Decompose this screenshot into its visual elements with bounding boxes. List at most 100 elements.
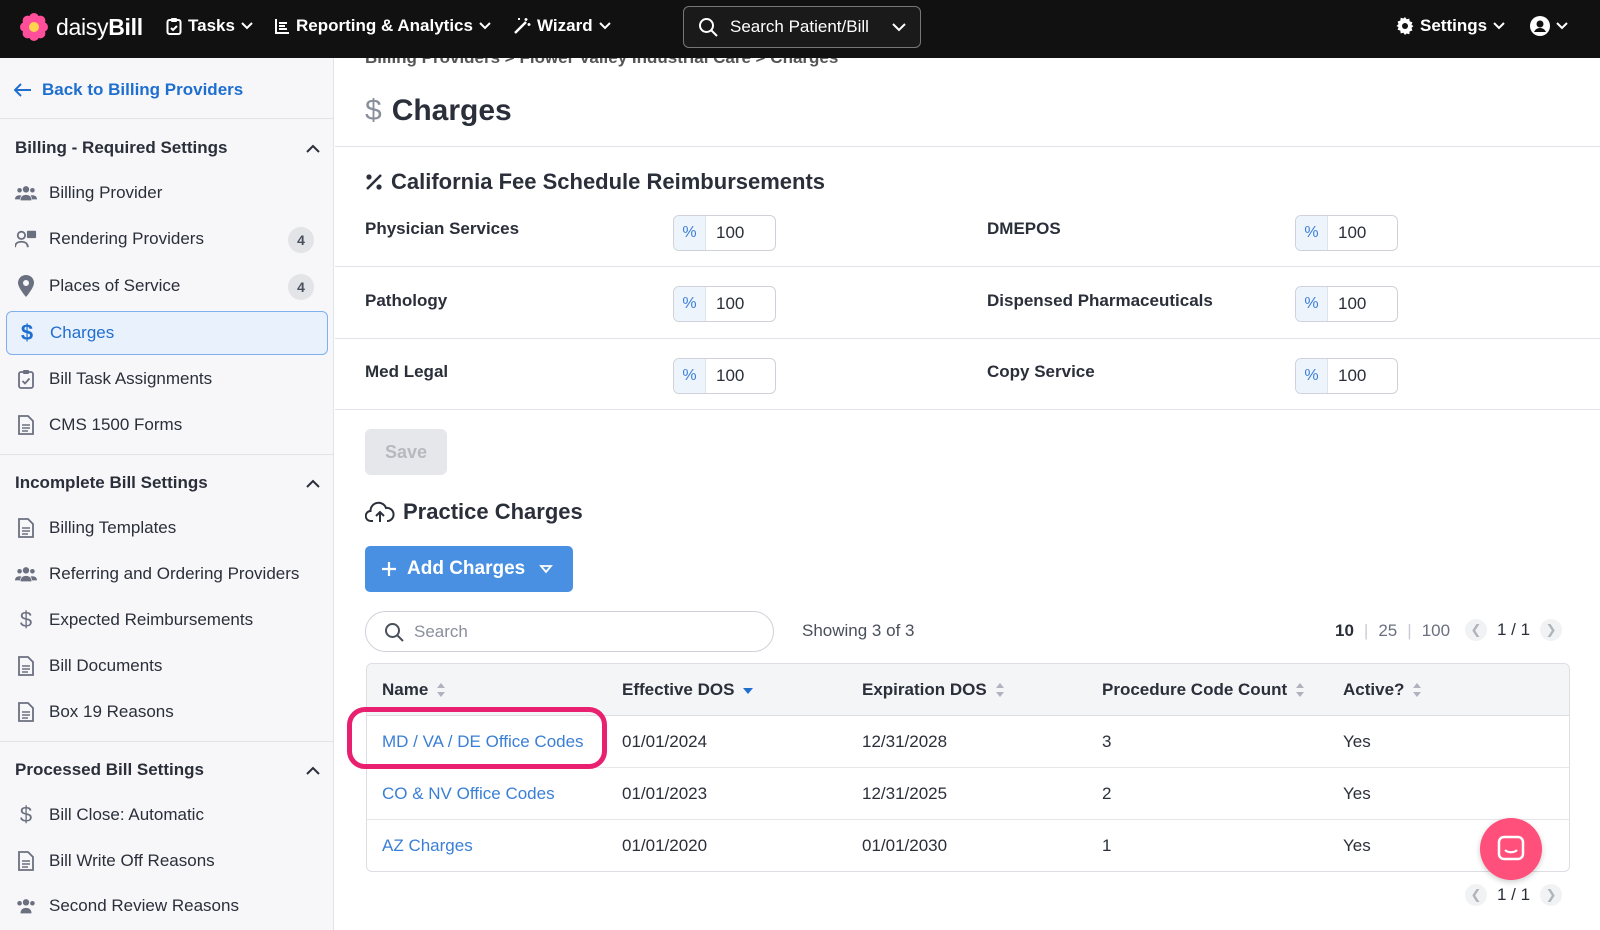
dmepos-input[interactable]: % 100	[1295, 215, 1398, 251]
input-value: 100	[1338, 223, 1367, 242]
page-size-100[interactable]: 100	[1422, 621, 1450, 641]
divider	[335, 266, 1600, 267]
expiration-dos-cell: 12/31/2025	[862, 784, 948, 803]
page-title-text: Charges	[391, 94, 512, 127]
chevron-down-icon	[1493, 22, 1505, 30]
sidebar-item-bill-close-automatic[interactable]: $ Bill Close: Automatic	[6, 793, 328, 837]
effective-dos-cell: 01/01/2023	[622, 784, 708, 803]
sidebar-item-cms-1500-forms[interactable]: CMS 1500 Forms	[6, 403, 328, 447]
chevron-down-icon	[598, 22, 611, 30]
users-icon	[15, 563, 37, 585]
column-name[interactable]: Name	[382, 680, 446, 700]
nav-reporting-analytics[interactable]: Reporting & Analytics	[274, 16, 491, 36]
save-button[interactable]: Save	[365, 429, 447, 475]
divider	[0, 741, 333, 742]
chevron-down-icon	[241, 22, 253, 30]
sidebar-item-expected-reimbursements[interactable]: $ Expected Reimbursements	[6, 598, 328, 642]
nav-tasks-label: Tasks	[188, 16, 235, 35]
cloud-upload-icon	[365, 501, 395, 522]
sidebar-item-label: CMS 1500 Forms	[49, 415, 183, 434]
pathology-label: Pathology	[365, 291, 448, 310]
nav-user-menu[interactable]	[1530, 16, 1568, 36]
chevron-up-icon	[306, 766, 320, 775]
charges-search-input[interactable]: Search	[365, 611, 774, 652]
sidebar-item-billing-provider[interactable]: Billing Provider	[6, 171, 328, 215]
fee-schedule-title-text: California Fee Schedule Reimbursements	[391, 169, 826, 194]
nav-wizard[interactable]: Wizard	[513, 16, 611, 36]
procedure-count-cell: 1	[1102, 836, 1112, 855]
input-value: 100	[716, 366, 745, 385]
sidebar-item-bill-documents[interactable]: Bill Documents	[6, 644, 328, 688]
sidebar-item-rendering-providers[interactable]: Rendering Providers 4	[6, 217, 328, 261]
plus-icon	[382, 562, 396, 576]
charge-name-link[interactable]: AZ Charges	[382, 836, 473, 856]
sidebar-item-label: Box 19 Reasons	[49, 702, 174, 721]
sort-desc-icon	[743, 688, 754, 694]
input-value: 100	[716, 294, 745, 313]
page-size-25[interactable]: 25	[1378, 621, 1397, 641]
search-placeholder: Search	[414, 621, 468, 641]
page-indicator: 1 / 1	[1497, 620, 1531, 639]
chat-support-button[interactable]	[1480, 818, 1542, 880]
pathology-input[interactable]: % 100	[673, 286, 776, 322]
top-navigation-bar: daisyBill Tasks Reporting & Analytics Wi…	[0, 0, 1600, 58]
page-size-10[interactable]: 10	[1335, 621, 1354, 641]
previous-page-icon[interactable]: ❮	[1465, 884, 1487, 906]
percent-prefix: %	[1296, 359, 1328, 393]
dispensed-pharmaceuticals-input[interactable]: % 100	[1295, 286, 1398, 322]
dollar-icon: $	[20, 320, 34, 345]
previous-page-icon[interactable]: ❮	[1465, 619, 1487, 641]
back-to-billing-providers-link[interactable]: Back to Billing Providers	[14, 80, 243, 100]
sidebar-item-charges[interactable]: $ Charges	[6, 311, 328, 355]
copy-service-label: Copy Service	[987, 362, 1095, 381]
add-charges-button[interactable]: Add Charges	[365, 546, 573, 592]
document-icon	[15, 850, 37, 872]
column-procedure-code-count[interactable]: Procedure Code Count	[1102, 680, 1305, 700]
nav-settings[interactable]: Settings	[1396, 16, 1505, 36]
procedure-count-cell: 2	[1102, 784, 1112, 803]
wand-icon	[514, 18, 531, 34]
sidebar-item-bill-task-assignments[interactable]: Bill Task Assignments	[6, 357, 328, 401]
nav-settings-label: Settings	[1420, 16, 1488, 35]
section-processed-bill-settings[interactable]: Processed Bill Settings	[15, 760, 320, 780]
dmepos-label: DMEPOS	[987, 219, 1061, 238]
sidebar-item-second-review-reasons[interactable]: Second Review Reasons	[6, 884, 328, 928]
divider	[0, 118, 333, 119]
copy-service-input[interactable]: % 100	[1295, 358, 1398, 394]
column-expiration-dos[interactable]: Expiration DOS	[862, 680, 1005, 700]
divider	[335, 338, 1600, 339]
sidebar-item-places-of-service[interactable]: Places of Service 4	[6, 264, 328, 308]
chevron-down-icon	[892, 22, 906, 31]
section-incomplete-bill-settings[interactable]: Incomplete Bill Settings	[15, 473, 320, 493]
daisybill-logo[interactable]: daisyBill	[20, 13, 143, 41]
column-active[interactable]: Active?	[1343, 680, 1422, 700]
sidebar-item-billing-templates[interactable]: Billing Templates	[6, 506, 328, 550]
next-page-icon[interactable]: ❯	[1540, 884, 1563, 906]
med-legal-input[interactable]: % 100	[673, 358, 776, 394]
physician-services-input[interactable]: % 100	[673, 215, 776, 251]
column-effective-dos[interactable]: Effective DOS	[622, 680, 754, 700]
sidebar-item-label: Billing Provider	[49, 183, 163, 202]
patient-bill-search-label: Search Patient/Bill	[730, 17, 869, 36]
chevron-down-icon	[479, 22, 491, 30]
main-content: Billing Providers > Flower Valley Indust…	[335, 58, 1600, 930]
input-value: 100	[716, 223, 745, 242]
section-billing-required-settings[interactable]: Billing - Required Settings	[15, 138, 320, 158]
clipboard-check-icon	[15, 368, 37, 390]
sidebar-item-box-19-reasons[interactable]: Box 19 Reasons	[6, 690, 328, 734]
nav-tasks[interactable]: Tasks	[166, 16, 253, 36]
percent-icon	[366, 174, 382, 190]
sidebar-item-bill-write-off-reasons[interactable]: Bill Write Off Reasons	[6, 839, 328, 883]
sidebar-item-referring-ordering-providers[interactable]: Referring and Ordering Providers	[6, 552, 328, 596]
search-icon	[699, 18, 718, 37]
pagination-bottom: ❮ 1 / 1 ❯	[1465, 884, 1563, 906]
users-icon	[15, 895, 37, 917]
active-cell: Yes	[1343, 784, 1371, 803]
nav-wizard-label: Wizard	[537, 16, 593, 35]
charge-name-link[interactable]: CO & NV Office Codes	[382, 784, 555, 804]
breadcrumb[interactable]: Billing Providers > Flower Valley Indust…	[365, 58, 838, 68]
next-page-icon[interactable]: ❯	[1540, 619, 1563, 641]
sidebar-item-label: Bill Documents	[49, 656, 163, 675]
sort-icon	[437, 683, 446, 697]
patient-bill-search[interactable]: Search Patient/Bill	[683, 6, 921, 48]
